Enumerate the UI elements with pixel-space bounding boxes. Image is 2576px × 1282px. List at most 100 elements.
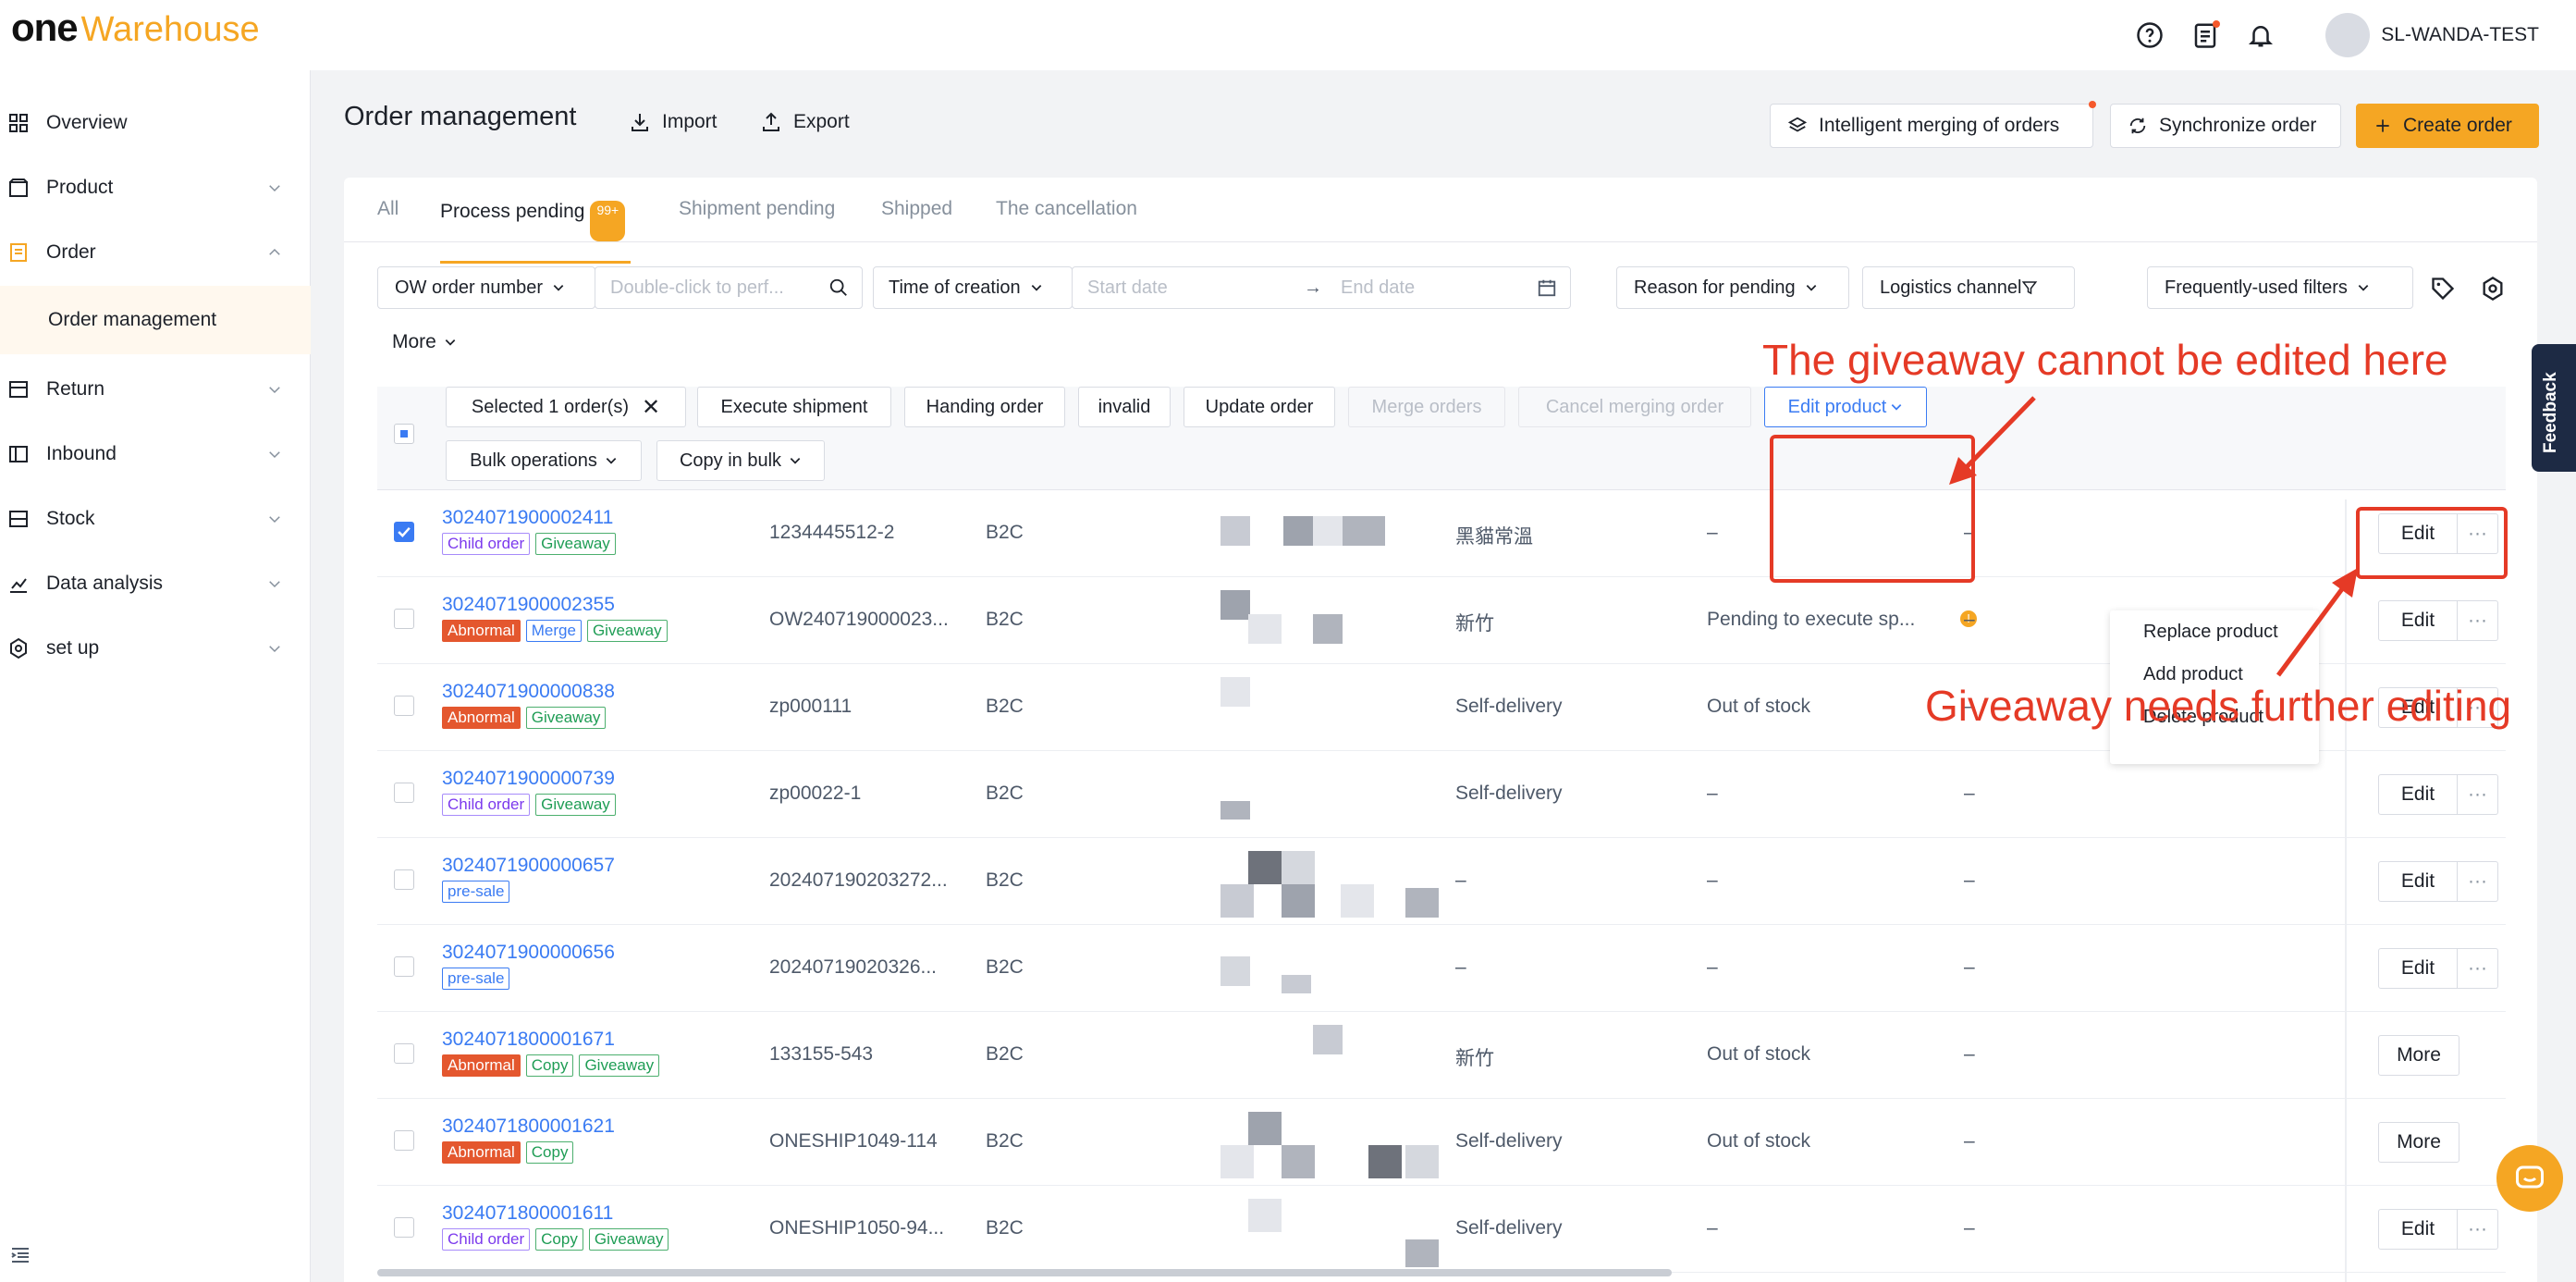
more-filters-button[interactable]: More bbox=[392, 331, 457, 353]
frequently-used-filters-select[interactable]: Frequently-used filters bbox=[2147, 266, 2413, 309]
sidebar-item-order[interactable]: Order bbox=[0, 220, 311, 285]
row-checkbox[interactable] bbox=[394, 1043, 414, 1064]
bell-icon[interactable] bbox=[2242, 17, 2279, 54]
horizontal-scrollbar[interactable] bbox=[377, 1269, 1672, 1276]
table-row[interactable]: 3024071900000739 Child order Giveaway zp000… bbox=[377, 751, 2506, 838]
row-checkbox[interactable] bbox=[394, 869, 414, 890]
help-icon[interactable] bbox=[2131, 17, 2168, 54]
order-id-link[interactable]: 3024071900000656 bbox=[442, 942, 615, 964]
edit-product-button[interactable]: Edit product bbox=[1764, 387, 1927, 427]
tab-the-cancellation[interactable]: The cancellation bbox=[996, 198, 1137, 220]
row-checkbox[interactable] bbox=[394, 696, 414, 716]
order-id-link[interactable]: 3024071800001611 bbox=[442, 1202, 613, 1225]
product-thumbnail bbox=[1221, 590, 1250, 620]
reason-for-pending-select[interactable]: Reason for pending bbox=[1616, 266, 1849, 309]
sidebar-item-data-analysis[interactable]: Data analysis bbox=[0, 551, 311, 616]
import-button[interactable]: Import bbox=[629, 111, 718, 133]
execute-shipment-button[interactable]: Execute shipment bbox=[697, 387, 891, 427]
row-checkbox[interactable] bbox=[394, 956, 414, 977]
row-checkbox[interactable] bbox=[394, 783, 414, 803]
tab-all[interactable]: All bbox=[377, 198, 399, 220]
edit-button[interactable]: Edit bbox=[2378, 861, 2458, 902]
export-button[interactable]: Export bbox=[760, 111, 850, 133]
sidebar-item-set-up[interactable]: set up bbox=[0, 616, 311, 681]
app-logo[interactable]: one Warehouse bbox=[11, 6, 260, 50]
time-of-creation-select[interactable]: Time of creation bbox=[873, 266, 1073, 309]
more-button[interactable]: More bbox=[2378, 1122, 2459, 1163]
table-row[interactable]: 3024071800001611 Child order Copy Giveaway O… bbox=[377, 1186, 2506, 1273]
table-row[interactable]: 3024071900000656 pre-sale 20240719020326..… bbox=[377, 925, 2506, 1012]
search-input[interactable]: Double-click to perf... bbox=[595, 266, 863, 309]
chevron-down-icon bbox=[269, 516, 280, 524]
bulk-operations-button[interactable]: Bulk operations bbox=[446, 440, 642, 481]
order-id-link[interactable]: 3024071800001671 bbox=[442, 1029, 615, 1051]
pending-reason: – bbox=[1707, 522, 1718, 543]
handing-order-button[interactable]: Handing order bbox=[904, 387, 1065, 427]
chevron-down-icon bbox=[1031, 285, 1041, 291]
more-button[interactable]: More bbox=[2378, 1035, 2459, 1076]
chevron-down-icon bbox=[269, 581, 280, 588]
more-actions-button[interactable]: ··· bbox=[2458, 861, 2498, 902]
update-order-button[interactable]: Update order bbox=[1184, 387, 1335, 427]
copy-in-bulk-button[interactable]: Copy in bulk bbox=[656, 440, 825, 481]
calendar-icon bbox=[1538, 279, 1556, 297]
row-checkbox[interactable] bbox=[394, 609, 414, 629]
sidebar-item-return[interactable]: Return bbox=[0, 357, 311, 422]
logistics-channel-filter[interactable]: Logistics channel bbox=[1862, 266, 2075, 309]
edit-button[interactable]: Edit bbox=[2378, 774, 2458, 815]
cancel-merging-order-button[interactable]: Cancel merging order bbox=[1518, 387, 1751, 427]
table-row[interactable]: 3024071800001671 Abnormal Copy Giveaway 1331… bbox=[377, 1012, 2506, 1099]
end-date-input[interactable]: End date bbox=[1341, 277, 1415, 299]
synchronize-order-button[interactable]: Synchronize order bbox=[2110, 104, 2341, 148]
more-actions-button[interactable]: ··· bbox=[2458, 1209, 2498, 1250]
sidebar-item-inbound[interactable]: Inbound bbox=[0, 422, 311, 487]
order-type: B2C bbox=[986, 869, 1024, 891]
edit-button[interactable]: Edit bbox=[2378, 600, 2458, 641]
more-actions-button[interactable]: ··· bbox=[2458, 774, 2498, 815]
table-row[interactable]: 3024071800001621 Abnormal Copy ONESHIP1049-… bbox=[377, 1099, 2506, 1186]
sidebar-item-stock[interactable]: Stock bbox=[0, 487, 311, 551]
product-thumbnail bbox=[1282, 884, 1315, 918]
tab-shipment-pending[interactable]: Shipment pending bbox=[679, 198, 835, 220]
more-actions-button[interactable]: ··· bbox=[2458, 948, 2498, 989]
sidebar-item-overview[interactable]: Overview bbox=[0, 91, 311, 155]
more-actions-button[interactable]: ··· bbox=[2458, 600, 2498, 641]
edit-button[interactable]: Edit bbox=[2378, 1209, 2458, 1250]
row-checkbox[interactable] bbox=[394, 1130, 414, 1151]
select-all-checkbox[interactable] bbox=[394, 424, 414, 444]
invalid-button[interactable]: invalid bbox=[1078, 387, 1171, 427]
sidebar-item-product[interactable]: Product bbox=[0, 155, 311, 220]
order-id-link[interactable]: 3024071900000657 bbox=[442, 855, 615, 877]
gear-icon[interactable] bbox=[2480, 276, 2506, 302]
avatar[interactable] bbox=[2325, 13, 2371, 57]
close-icon[interactable]: ✕ bbox=[642, 394, 660, 421]
tab-process-pending[interactable]: Process pending 99+ bbox=[440, 201, 632, 264]
chat-button[interactable] bbox=[2496, 1145, 2563, 1212]
order-number-select[interactable]: OW order number bbox=[377, 266, 595, 309]
order-id-link[interactable]: 3024071900000739 bbox=[442, 768, 615, 790]
user-name[interactable]: SL-WANDA-TEST bbox=[2381, 24, 2539, 46]
page-title: Order management bbox=[344, 102, 577, 131]
collapse-sidebar-icon[interactable] bbox=[9, 1244, 31, 1266]
intelligent-merge-button[interactable]: Intelligent merging of orders bbox=[1770, 101, 2096, 148]
order-id-link[interactable]: 3024071900000838 bbox=[442, 681, 615, 703]
row-checkbox[interactable] bbox=[394, 522, 414, 542]
create-order-button[interactable]: Create order bbox=[2356, 104, 2539, 148]
row-checkbox[interactable] bbox=[394, 1217, 414, 1238]
status-badge: pre-sale bbox=[442, 968, 510, 990]
table-row[interactable]: 3024071900000657 pre-sale 202407190203272.… bbox=[377, 838, 2506, 925]
table-row[interactable]: 3024071900002411 Child order Giveaway 12344… bbox=[377, 490, 2506, 577]
sidebar-item-order-management[interactable]: Order management bbox=[0, 286, 311, 354]
reference-number: 1234445512-2 bbox=[769, 522, 895, 543]
merge-orders-button[interactable]: Merge orders bbox=[1348, 387, 1505, 427]
edit-button[interactable]: Edit bbox=[2378, 948, 2458, 989]
order-id-link[interactable]: 3024071900002355 bbox=[442, 594, 615, 616]
start-date-input[interactable]: Start date bbox=[1087, 277, 1168, 299]
order-id-link[interactable]: 3024071800001621 bbox=[442, 1116, 615, 1138]
feedback-tab[interactable]: Feedback bbox=[2532, 344, 2576, 472]
date-range-picker[interactable]: Start date → End date bbox=[1072, 266, 1571, 309]
order-id-link[interactable]: 3024071900002411 bbox=[442, 507, 613, 529]
tab-shipped[interactable]: Shipped bbox=[881, 198, 952, 220]
task-list-icon[interactable] bbox=[2187, 17, 2224, 54]
tag-icon[interactable] bbox=[2430, 276, 2456, 302]
